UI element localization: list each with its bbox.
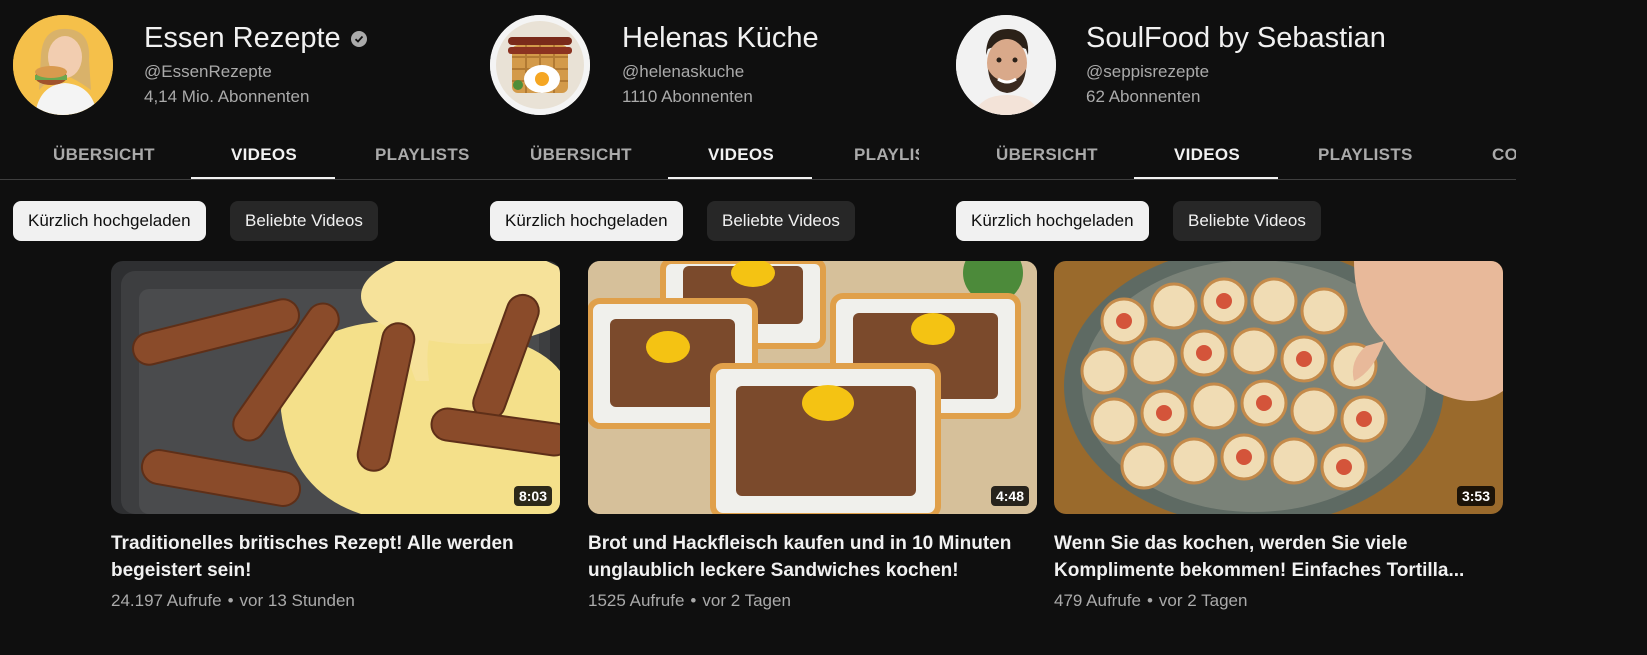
- tab-playlists[interactable]: PLAYLISTS: [1318, 132, 1413, 180]
- chip-recently-uploaded[interactable]: Kürzlich hochgeladen: [490, 201, 683, 241]
- video-duration: 4:48: [990, 486, 1029, 506]
- tab-community[interactable]: CO: [1492, 132, 1516, 180]
- video-views: 1525 Aufrufe: [588, 591, 685, 610]
- tab-playlists[interactable]: PLAYLISTS: [375, 132, 470, 180]
- tab-overview[interactable]: ÜBERSICHT: [996, 132, 1098, 180]
- channel-name[interactable]: Essen Rezepte: [144, 22, 341, 55]
- video-title[interactable]: Wenn Sie das kochen, werden Sie viele Ko…: [1054, 530, 1503, 584]
- channel-name-row: Essen Rezepte: [144, 22, 367, 55]
- tab-videos[interactable]: VIDEOS: [708, 132, 774, 180]
- channel-tabs: ÜBERSICHT VIDEOS PLAYLISTS CO: [920, 132, 1516, 180]
- tabs-divider: [0, 179, 1516, 180]
- separator-dot: •: [1146, 591, 1153, 610]
- channel-name[interactable]: SoulFood by Sebastian: [1086, 22, 1386, 55]
- video-metadata: 24.197 Aufrufe • vor 13 Stunden: [111, 591, 355, 611]
- chip-popular-videos[interactable]: Beliebte Videos: [1173, 201, 1321, 241]
- tab-videos[interactable]: VIDEOS: [1174, 132, 1240, 180]
- video-age: vor 2 Tagen: [702, 591, 791, 610]
- video-duration: 3:53: [1456, 486, 1495, 506]
- channel-handle: @helenaskuche: [622, 62, 745, 81]
- channel-name-row: SoulFood by Sebastian: [1086, 22, 1386, 55]
- tab-overview[interactable]: ÜBERSICHT: [53, 132, 155, 180]
- channel-subscriber-count: 62 Abonnenten: [1086, 87, 1201, 106]
- video-duration: 8:03: [513, 486, 552, 506]
- video-age: vor 13 Stunden: [239, 591, 355, 610]
- chip-popular-videos[interactable]: Beliebte Videos: [707, 201, 855, 241]
- verified-badge-icon: [350, 30, 367, 47]
- video-title[interactable]: Traditionelles britisches Rezept! Alle w…: [111, 530, 560, 584]
- video-views: 24.197 Aufrufe: [111, 591, 222, 610]
- channel-avatar-essen-rezepte[interactable]: [13, 15, 113, 115]
- channel-tabs: ÜBERSICHT VIDEOS PLAYLIS: [476, 132, 919, 180]
- video-age: vor 2 Tagen: [1158, 591, 1248, 610]
- channel-name-row: Helenas Küche: [622, 22, 819, 55]
- chip-popular-videos[interactable]: Beliebte Videos: [230, 201, 378, 241]
- separator-dot: •: [227, 591, 234, 610]
- video-thumbnail[interactable]: 4:48: [588, 261, 1037, 514]
- video-thumbnail[interactable]: 8:03: [111, 261, 560, 514]
- channel-handle: @seppisrezepte: [1086, 62, 1210, 81]
- tab-overview[interactable]: ÜBERSICHT: [530, 132, 632, 180]
- video-views: 479 Aufrufe: [1054, 591, 1141, 610]
- video-title[interactable]: Brot und Hackfleisch kaufen und in 10 Mi…: [588, 530, 1037, 584]
- video-metadata: 479 Aufrufe • vor 2 Tagen: [1054, 591, 1247, 611]
- channel-handle: @EssenRezepte: [144, 62, 272, 81]
- separator-dot: •: [690, 591, 697, 610]
- chip-recently-uploaded[interactable]: Kürzlich hochgeladen: [13, 201, 206, 241]
- video-metadata: 1525 Aufrufe • vor 2 Tagen: [588, 591, 791, 611]
- chip-recently-uploaded[interactable]: Kürzlich hochgeladen: [956, 201, 1149, 241]
- channel-name[interactable]: Helenas Küche: [622, 22, 819, 55]
- video-thumbnail[interactable]: 3:53: [1054, 261, 1503, 514]
- channel-subscriber-count: 4,14 Mio. Abonnenten: [144, 87, 310, 106]
- channel-subscriber-count: 1110 Abonnenten: [622, 87, 753, 106]
- tab-playlists[interactable]: PLAYLIS: [854, 132, 919, 180]
- channel-tabs: ÜBERSICHT VIDEOS PLAYLISTS: [0, 132, 476, 180]
- tab-videos[interactable]: VIDEOS: [231, 132, 297, 180]
- channel-avatar-helenas-kuche[interactable]: [490, 15, 590, 115]
- youtube-channels-view: Essen Rezepte @EssenRezepte 4,14 Mio. Ab…: [0, 0, 1647, 655]
- channel-avatar-soulfood-by-sebastian[interactable]: [956, 15, 1056, 115]
